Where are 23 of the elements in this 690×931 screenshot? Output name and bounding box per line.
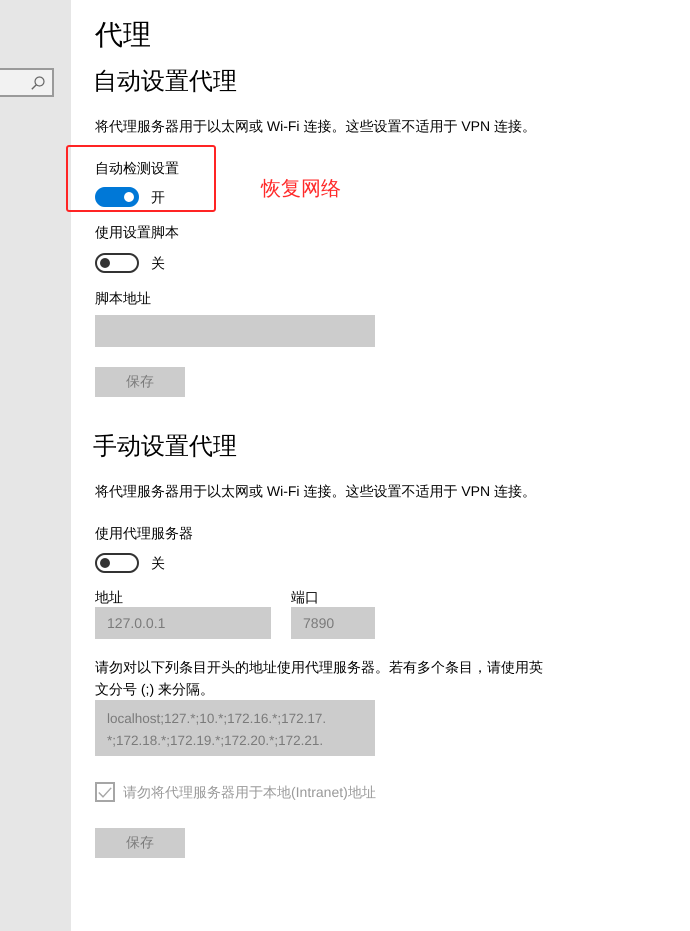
section-description: 将代理服务器用于以太网或 Wi-Fi 连接。这些设置不适用于 VPN 连接。 xyxy=(95,482,536,501)
search-icon xyxy=(31,76,45,90)
exceptions-hint: 请勿对以下列条目开头的地址使用代理服务器。若有多个条目，请使用英文分号 (;) 来分隔。 xyxy=(95,658,544,699)
section-description: 将代理服务器用于以太网或 Wi-Fi 连接。这些设置不适用于 VPN 连接。 xyxy=(95,117,536,136)
search-field[interactable] xyxy=(0,68,54,97)
checkmark-icon xyxy=(98,786,112,798)
toggle-state-label: 开 xyxy=(151,188,165,207)
setting-label: 使用设置脚本 xyxy=(95,223,179,242)
field-label: 脚本地址 xyxy=(95,289,151,308)
setting-label: 使用代理服务器 xyxy=(95,524,193,543)
setting-label: 自动检测设置 xyxy=(95,159,179,178)
page-title: 代理 xyxy=(95,18,151,52)
field-label: 端口 xyxy=(291,588,319,607)
section-heading: 自动设置代理 xyxy=(93,67,237,97)
annotation-text: 恢复网络 xyxy=(261,177,341,202)
field-label: 地址 xyxy=(95,588,123,607)
toggle-state-label: 关 xyxy=(151,254,165,273)
toggle-switch[interactable] xyxy=(95,553,139,573)
toggle-switch[interactable] xyxy=(95,187,139,207)
checkbox-label: 请勿将代理服务器用于本地(Intranet)地址 xyxy=(123,783,376,802)
section-heading: 手动设置代理 xyxy=(93,432,237,462)
toggle-switch[interactable] xyxy=(95,253,139,273)
toggle-state-label: 关 xyxy=(151,554,165,573)
